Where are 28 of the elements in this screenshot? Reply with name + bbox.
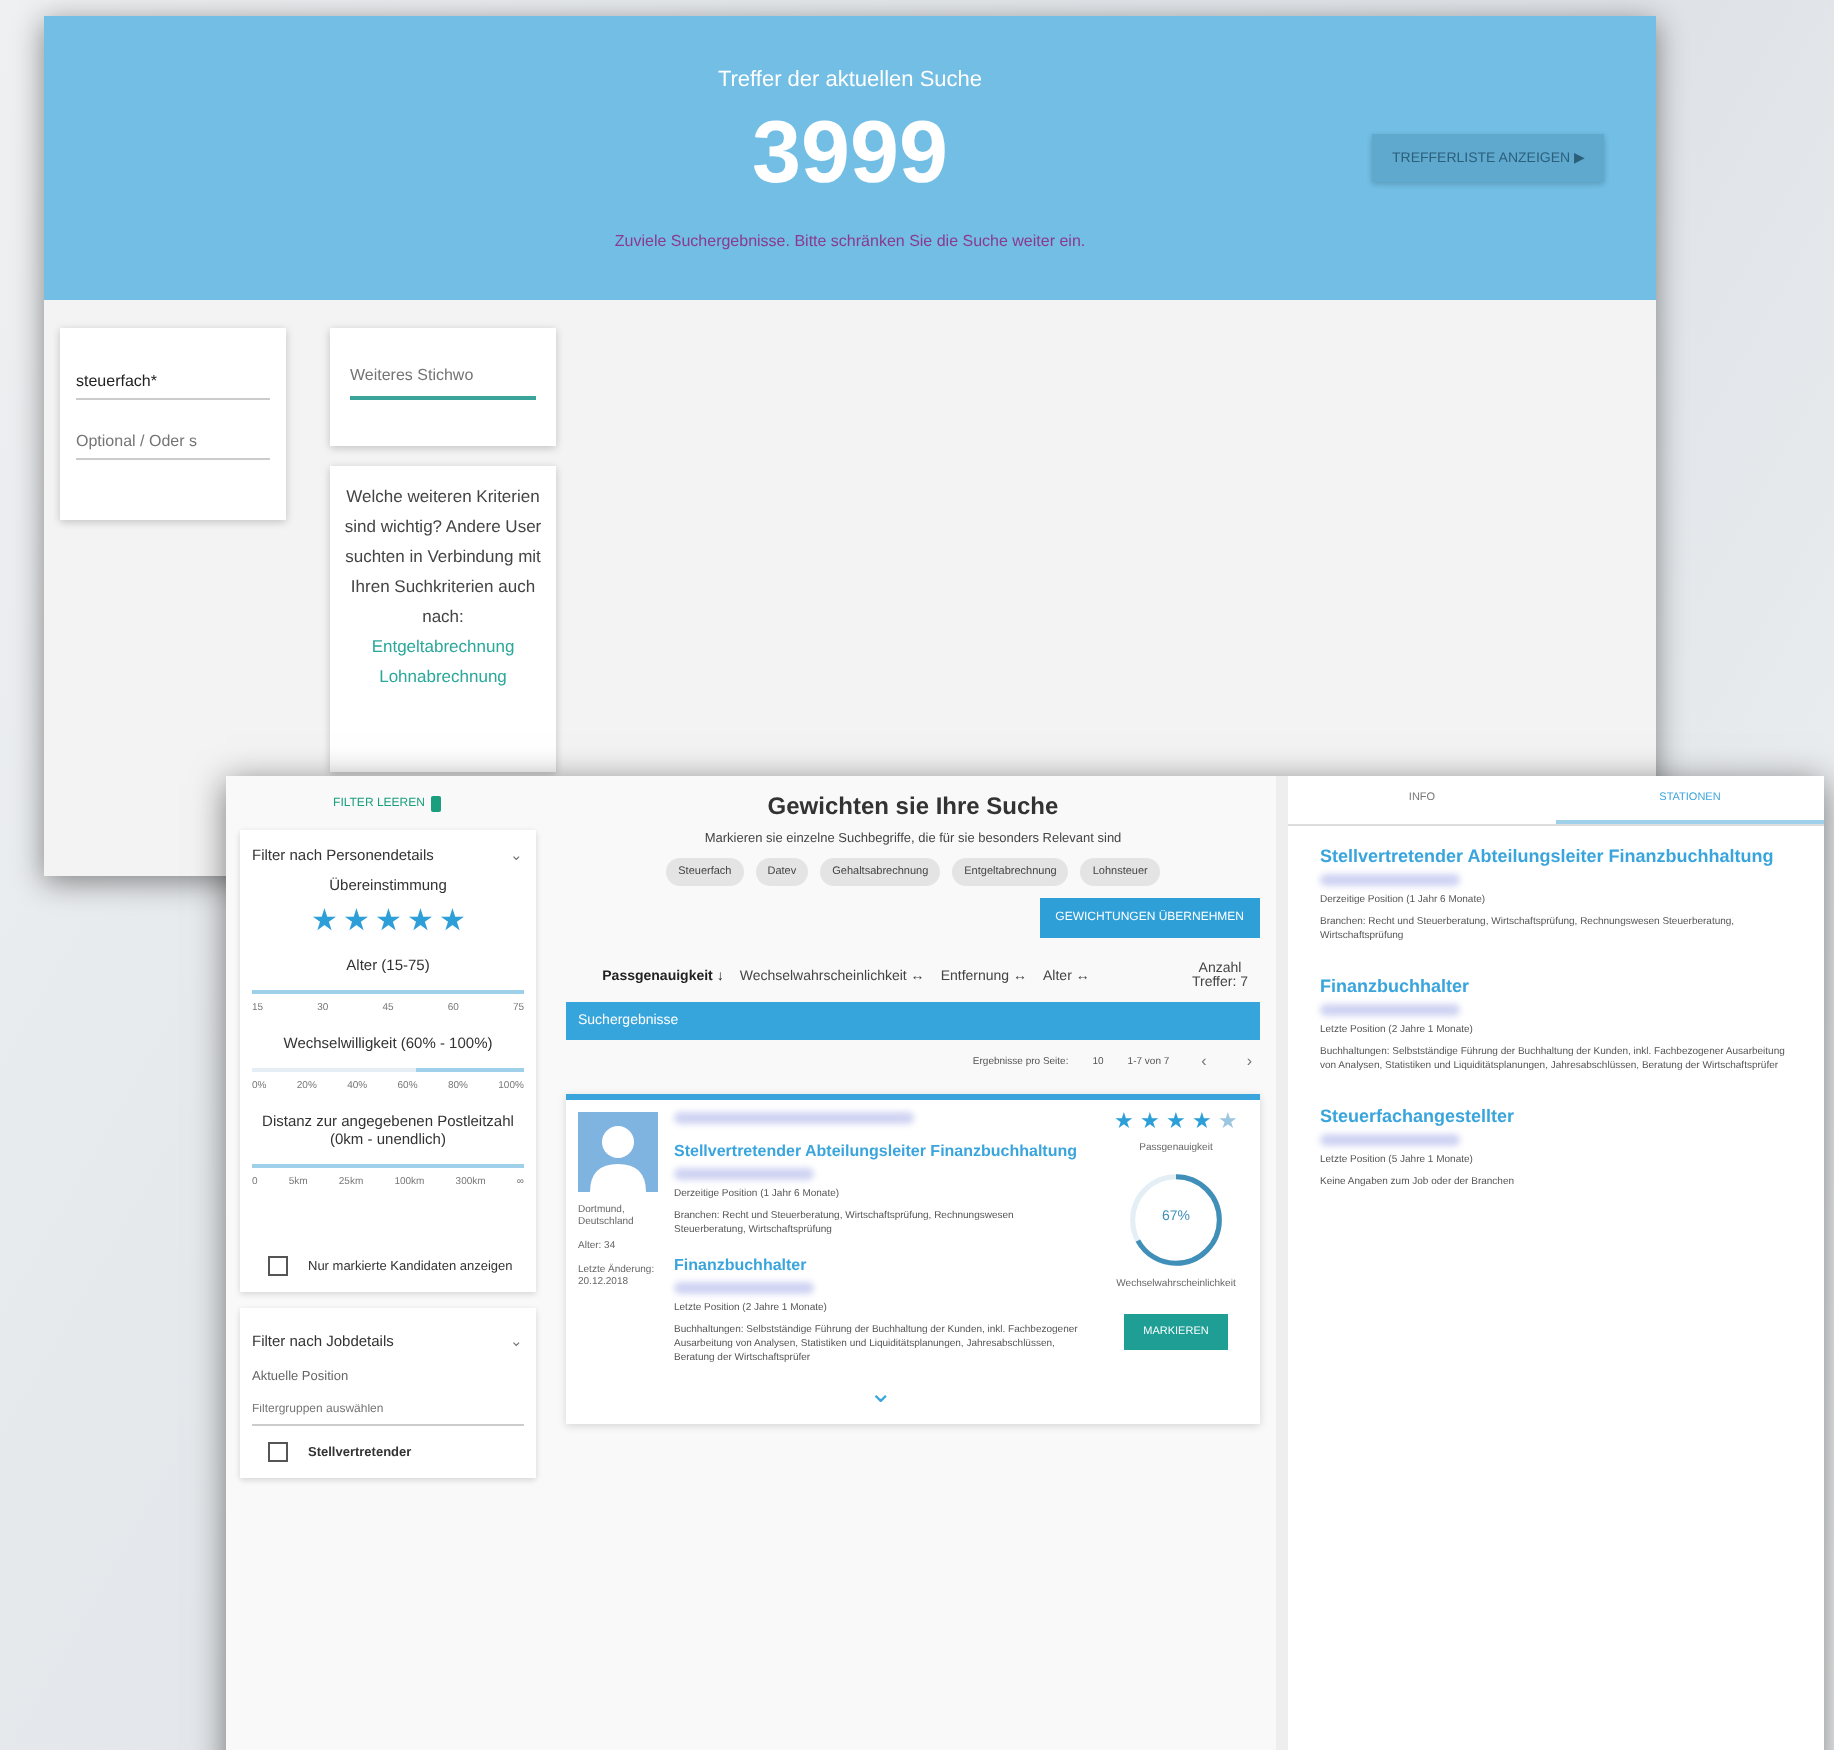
previous-page-button[interactable]: ‹ <box>1193 1052 1215 1070</box>
match-stars[interactable]: ★ ★ ★ ★ ★ <box>311 906 465 936</box>
checkbox[interactable] <box>268 1442 288 1462</box>
keyword-field[interactable]: Weiteres Stichwo <box>330 328 556 446</box>
avatar-icon <box>578 1112 658 1192</box>
blurred-text <box>1320 874 1460 886</box>
weighting-title: Gewichten sie Ihre Suche <box>767 792 1059 820</box>
job-title[interactable]: Finanzbuchhalter <box>1320 976 1792 996</box>
header-title: Treffer der aktuellen Suche <box>717 67 983 91</box>
expand-toggle[interactable]: ⌄ <box>869 1376 893 1408</box>
blurred-text <box>1320 1134 1460 1146</box>
checkbox[interactable] <box>268 1256 288 1276</box>
job-title[interactable]: Steuerfachangestellter <box>1320 1106 1792 1126</box>
suggestion-link[interactable]: Entgeltabrechnung <box>371 632 515 662</box>
job-title[interactable]: Stellvertretender Abteilungsleiter Finanzbuchhaltung <box>674 1142 1088 1160</box>
suggestion-text: Welche weiteren Kriterien sind wichtig? Andere User suchten in Verbindung mit Ihren Suchkriterien auch nach: <box>342 484 544 630</box>
blurred-text <box>674 1282 814 1294</box>
alternative-term-field[interactable]: Optional / Oder s <box>76 424 270 460</box>
job-title[interactable]: Stellvertretender Abteilungsleiter Finanzbuchhaltung <box>1320 846 1792 866</box>
blurred-text <box>1320 1004 1460 1016</box>
next-page-button[interactable]: › <box>1238 1052 1260 1070</box>
suggestion-link[interactable]: Lohnabrechnung <box>379 662 507 692</box>
fit-stars: ★ ★ ★ ★ ★ <box>1114 1112 1238 1134</box>
blurred-text <box>674 1168 814 1180</box>
hit-count: 3999 <box>752 103 948 203</box>
warning-text: Zuviele Suchergebnisse. Bitte schränken Sie die Suche weiter ein. <box>614 231 1086 249</box>
job-title[interactable]: Finanzbuchhalter <box>674 1256 1088 1274</box>
search-term-field[interactable]: steuerfach* <box>76 364 270 400</box>
